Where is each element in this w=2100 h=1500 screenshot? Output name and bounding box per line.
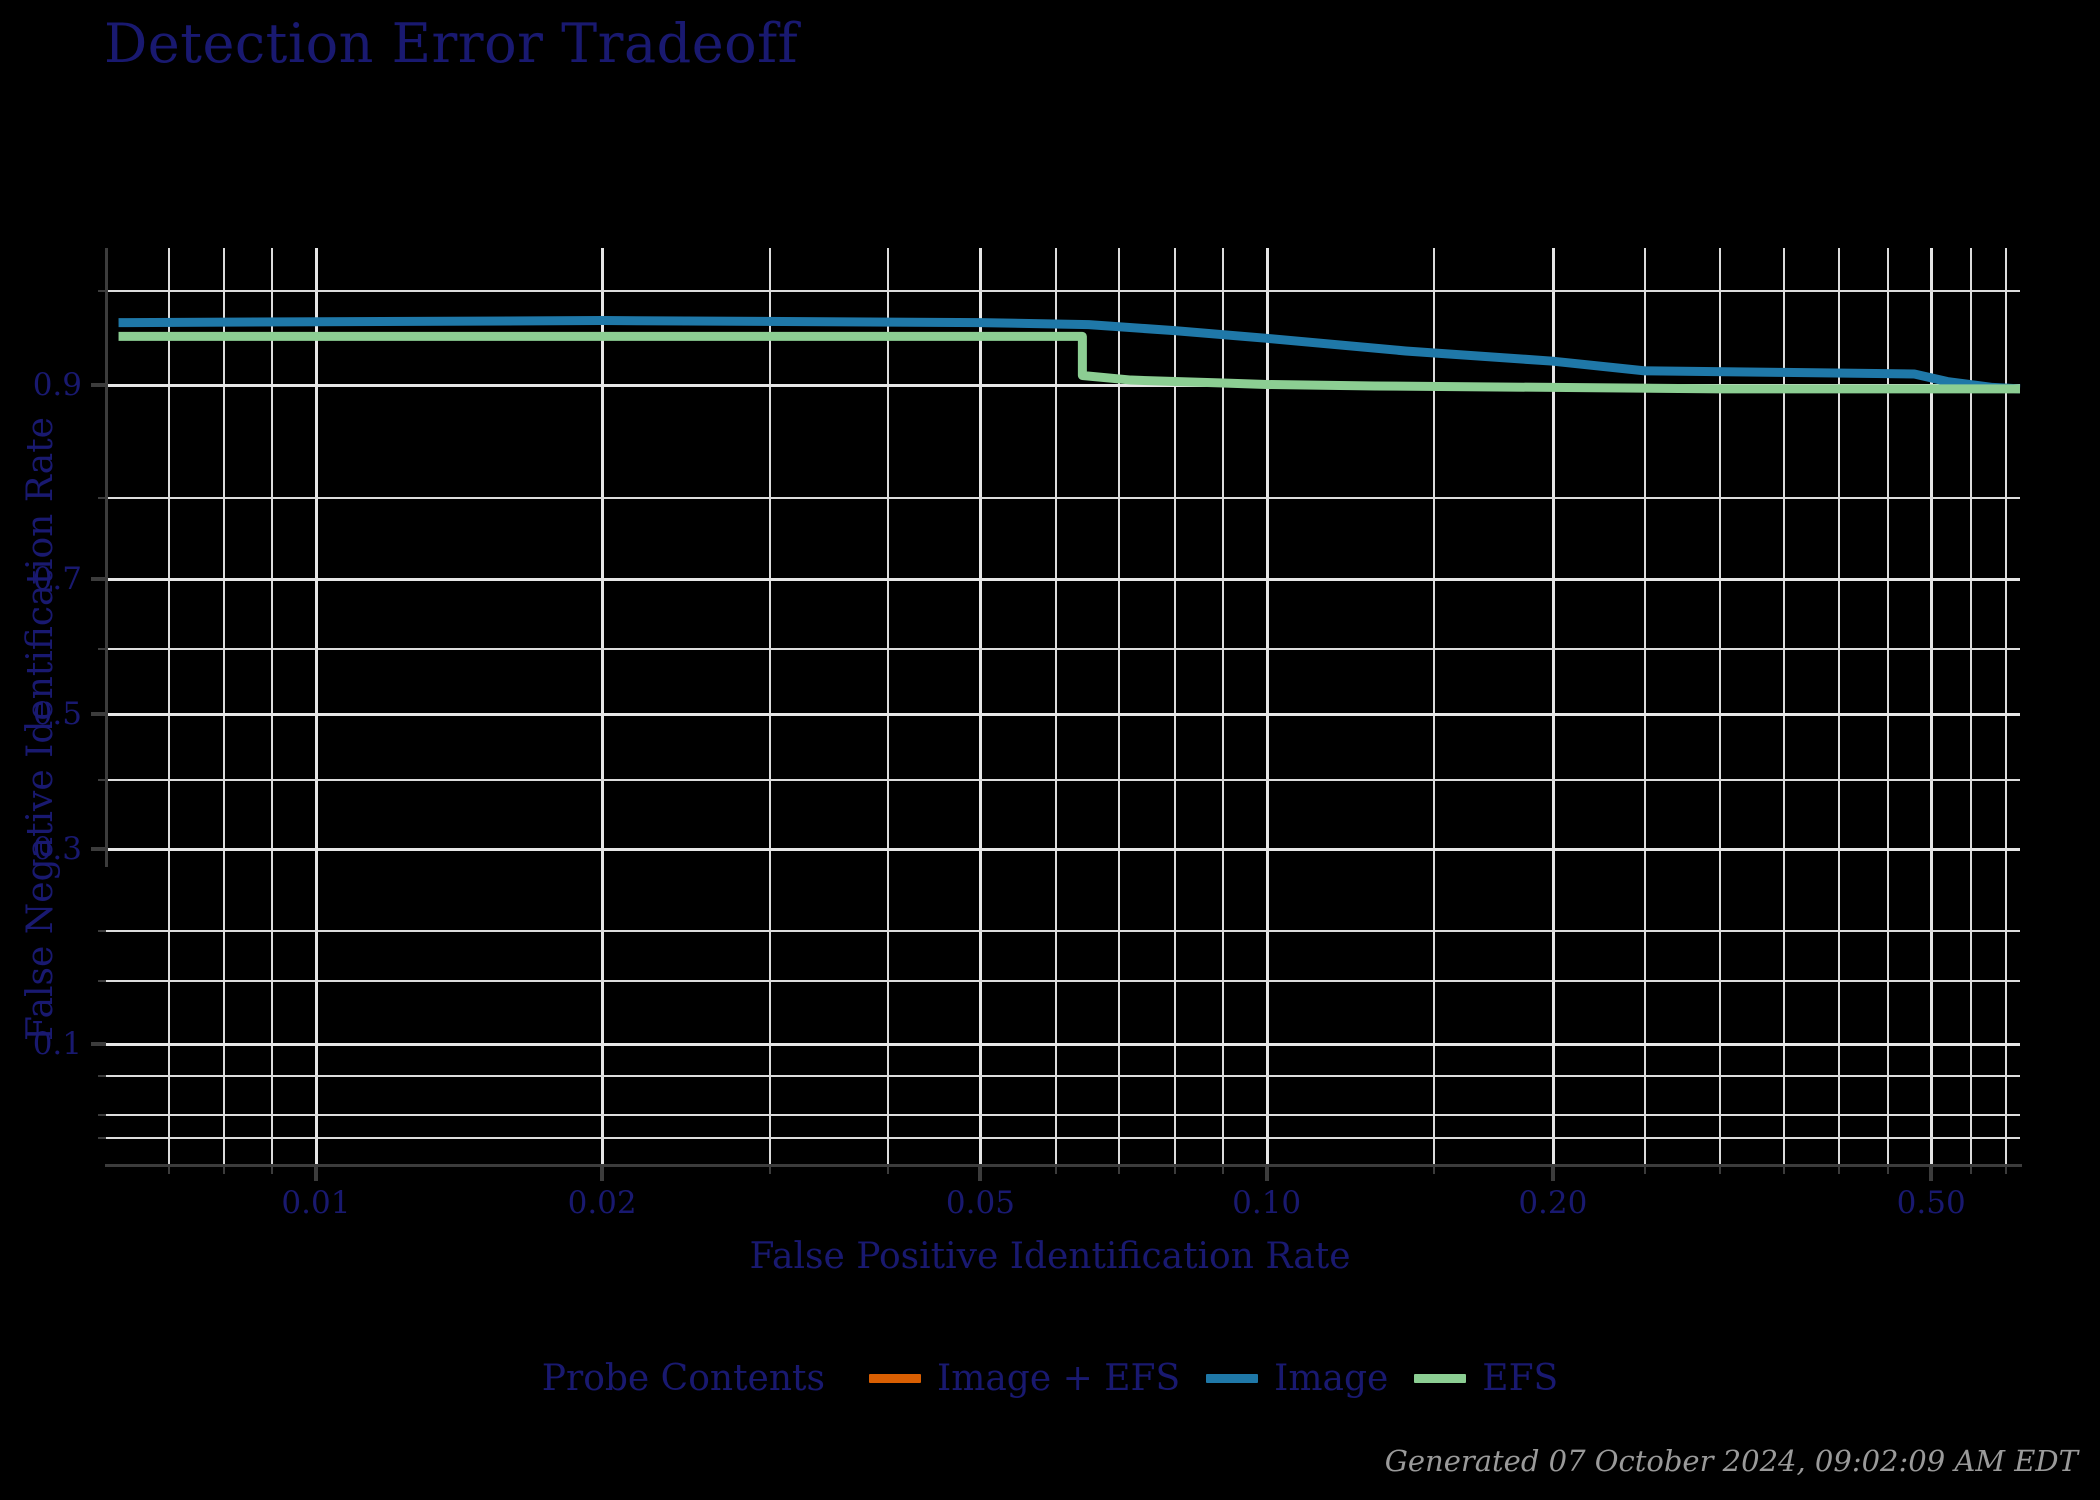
y-tick-mark	[91, 382, 106, 387]
legend-swatch-icon	[1414, 1374, 1467, 1383]
x-tick-mark-minor	[768, 1166, 771, 1174]
y-tick-mark-minor	[98, 289, 106, 292]
y-tick-mark	[91, 712, 106, 717]
legend-label: Image + EFS	[936, 1358, 1181, 1399]
legend: Probe Contents Image + EFS Image EFS	[0, 1358, 2100, 1399]
x-tick-mark-minor	[1969, 1166, 1972, 1174]
x-axis-spine	[105, 1164, 2022, 1167]
x-tick-mark-minor	[1838, 1166, 1841, 1174]
legend-label: Image	[1274, 1358, 1389, 1399]
x-tick-mark-minor	[1886, 1166, 1889, 1174]
y-axis-spine	[105, 248, 108, 867]
x-tick-mark-minor	[1719, 1166, 1722, 1174]
legend-swatch-icon	[1206, 1374, 1259, 1383]
legend-swatch-icon	[868, 1374, 921, 1383]
generated-timestamp: Generated 07 October 2024, 09:02:09 AM E…	[1384, 1444, 2078, 1478]
chart-canvas: Detection Error Tradeoff 0.01 0.02 0.05 0.1…	[0, 0, 2100, 1500]
y-tick-mark-minor	[98, 1136, 106, 1139]
x-tick-mark-minor	[2005, 1166, 2008, 1174]
x-tick-mark-minor	[887, 1166, 890, 1174]
legend-entry[interactable]: Image + EFS	[868, 1358, 1181, 1399]
y-axis-label: False Negative Identification Rate	[20, 417, 61, 1041]
legend-label: EFS	[1482, 1358, 1559, 1399]
legend-entry[interactable]: EFS	[1414, 1358, 1558, 1399]
y-tick-mark-minor	[98, 648, 106, 651]
x-tick-mark	[978, 1166, 983, 1181]
series-layer	[118, 316, 2021, 394]
x-tick-mark-minor	[222, 1166, 225, 1174]
x-tick-mark-minor	[1173, 1166, 1176, 1174]
legend-title: Probe Contents	[541, 1358, 825, 1399]
x-tick-mark	[313, 1166, 318, 1181]
x-axis-label: False Positive Identification Rate	[749, 1236, 1351, 1277]
y-tick-mark-minor	[98, 778, 106, 781]
y-tick-mark	[91, 577, 106, 582]
x-tick-label: 0.02	[567, 1185, 637, 1221]
x-tick-label: 0.20	[1518, 1185, 1588, 1221]
y-tick-mark-minor	[98, 1075, 106, 1078]
legend-entry[interactable]: Image	[1206, 1358, 1388, 1399]
y-tick-mark-minor	[98, 980, 106, 983]
x-tick-mark	[1264, 1166, 1269, 1181]
x-tick-mark-minor	[1782, 1166, 1785, 1174]
x-tick-mark	[1550, 1166, 1555, 1181]
x-tick-label: 0.05	[945, 1185, 1015, 1221]
series-line	[118, 331, 2020, 394]
x-tick-mark	[1929, 1166, 1934, 1181]
x-tick-label: 0.50	[1896, 1185, 1966, 1221]
x-tick-mark-minor	[271, 1166, 274, 1174]
x-tick-label: 0.01	[281, 1185, 351, 1221]
x-tick-mark-minor	[1222, 1166, 1225, 1174]
page-title: Detection Error Tradeoff	[104, 12, 799, 75]
x-tick-mark	[600, 1166, 605, 1181]
y-tick-mark	[91, 847, 106, 852]
x-tick-mark-minor	[1433, 1166, 1436, 1174]
x-tick-mark-minor	[1643, 1166, 1646, 1174]
y-tick-mark-minor	[98, 930, 106, 932]
x-tick-label: 0.10	[1232, 1185, 1302, 1221]
x-tick-mark-minor	[1118, 1166, 1121, 1174]
y-tick-mark	[91, 1042, 106, 1047]
y-tick-mark-minor	[98, 1113, 106, 1116]
plot-area	[105, 248, 2021, 1165]
series-line	[118, 316, 2021, 394]
y-tick-mark-minor	[98, 496, 106, 499]
x-tick-mark-minor	[1054, 1166, 1057, 1174]
x-tick-mark-minor	[167, 1166, 170, 1174]
